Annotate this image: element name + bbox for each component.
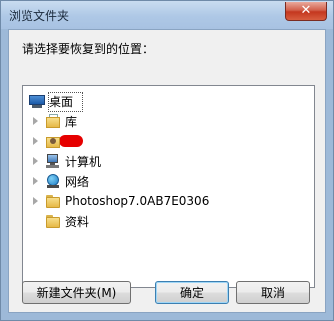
folder-icon xyxy=(45,213,61,229)
tree-item-computer[interactable]: 计算机 xyxy=(45,151,101,171)
new-folder-button[interactable]: 新建文件夹(M) xyxy=(22,281,131,304)
expand-arrow-icon[interactable] xyxy=(33,177,38,185)
desktop-icon xyxy=(29,93,45,109)
network-icon xyxy=(45,173,61,189)
close-icon: ✕ xyxy=(300,3,312,18)
browse-folder-dialog: 浏览文件夹 ✕ 请选择要恢复到的位置： 桌面 库 计算机 网络 Photosho… xyxy=(0,0,334,321)
tree-item-user[interactable] xyxy=(45,131,83,151)
selection-focus-rect xyxy=(48,92,83,112)
tree-item-label: 库 xyxy=(65,114,78,129)
expand-arrow-icon[interactable] xyxy=(33,157,38,165)
dialog-title: 浏览文件夹 xyxy=(9,9,70,23)
tree-item-label: 网络 xyxy=(65,174,90,189)
dialog-body: 请选择要恢复到的位置： 桌面 库 计算机 网络 Photoshop7.0AB7E… xyxy=(8,29,326,313)
computer-icon xyxy=(45,153,61,169)
tree-item-label: Photoshop7.0AB7E0306 xyxy=(65,194,210,208)
title-bar[interactable]: 浏览文件夹 ✕ xyxy=(1,1,333,29)
prompt-text: 请选择要恢复到的位置： xyxy=(22,42,155,56)
ok-button[interactable]: 确定 xyxy=(155,281,229,304)
library-folder-icon xyxy=(45,113,61,129)
tree-item-label: 资料 xyxy=(65,214,90,229)
redaction-mark xyxy=(59,135,83,147)
tree-item-label: 计算机 xyxy=(65,154,102,169)
cancel-button[interactable]: 取消 xyxy=(236,281,310,304)
expand-arrow-icon[interactable] xyxy=(33,117,38,125)
tree-item-network[interactable]: 网络 xyxy=(45,171,89,191)
expand-arrow-icon[interactable] xyxy=(33,137,38,145)
expand-arrow-icon[interactable] xyxy=(33,197,38,205)
user-folder-icon xyxy=(45,133,61,149)
close-button[interactable]: ✕ xyxy=(285,2,327,21)
folder-tree[interactable]: 桌面 库 计算机 网络 Photoshop7.0AB7E0306 资料 xyxy=(22,85,315,288)
tree-item-data-folder[interactable]: 资料 xyxy=(45,211,89,231)
tree-item-library[interactable]: 库 xyxy=(45,111,77,131)
tree-item-photoshop-folder[interactable]: Photoshop7.0AB7E0306 xyxy=(45,191,209,211)
folder-icon xyxy=(45,193,61,209)
